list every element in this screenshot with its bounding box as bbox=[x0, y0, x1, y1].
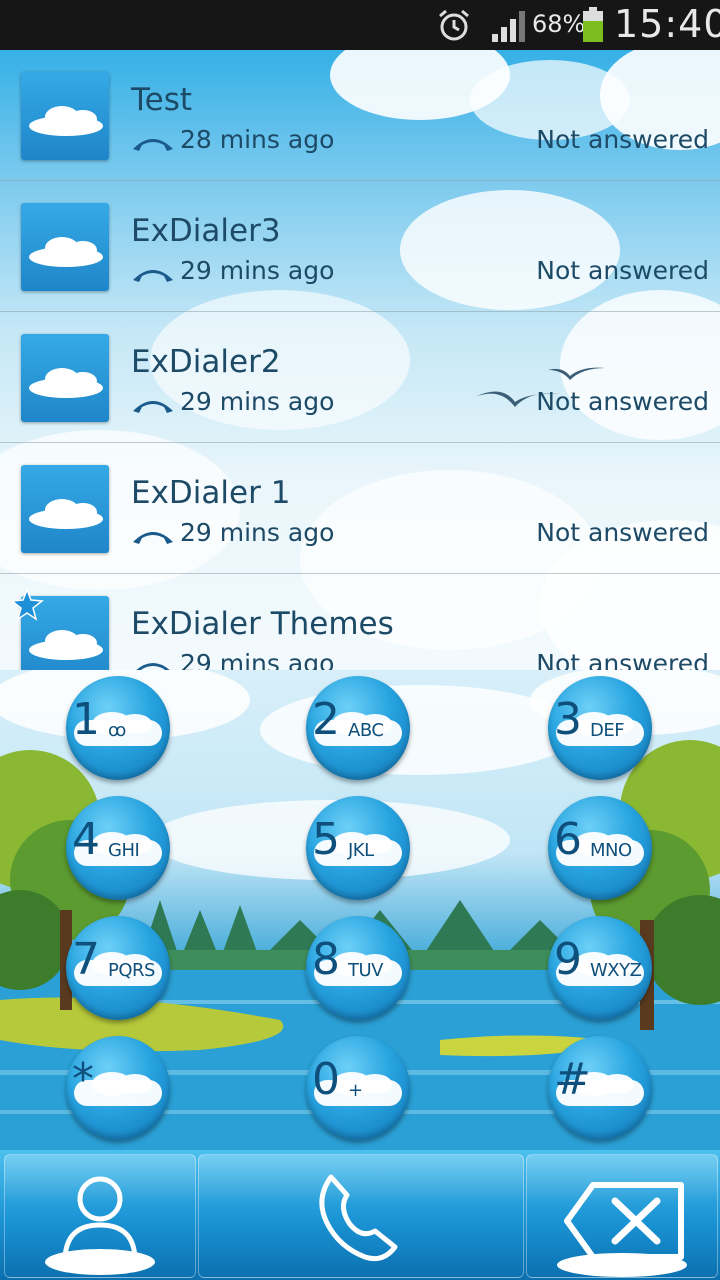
key-digit: 0 bbox=[312, 1054, 340, 1105]
call-log-item[interactable]: ExDialer2 29 mins ago Not answered bbox=[0, 312, 720, 443]
contact-photo[interactable] bbox=[21, 465, 109, 553]
key-letters: ABC bbox=[348, 720, 384, 741]
alarm-icon bbox=[439, 9, 469, 41]
backspace-icon bbox=[564, 1182, 684, 1260]
dialpad-key-4[interactable]: 4 GHI bbox=[66, 796, 170, 900]
dialpad-key-2[interactable]: 2 ABC bbox=[306, 676, 410, 780]
key-digit: 9 bbox=[554, 934, 582, 985]
missed-call-icon bbox=[133, 270, 173, 282]
backspace-button[interactable] bbox=[526, 1154, 718, 1278]
key-letters: WXYZ bbox=[590, 960, 642, 981]
key-digit: 6 bbox=[554, 814, 582, 865]
call-time: 28 mins ago bbox=[180, 125, 335, 154]
call-log-item[interactable]: Test 28 mins ago Not answered bbox=[0, 50, 720, 181]
key-letters: PQRS bbox=[108, 960, 155, 981]
call-time: 29 mins ago bbox=[180, 649, 335, 670]
call-log: Test 28 mins ago Not answered ExDialer3 29 m… bbox=[0, 50, 720, 670]
dialpad-key-1[interactable]: 1ꝏ bbox=[66, 676, 170, 780]
dialpad-key-7[interactable]: 7 PQRS bbox=[66, 916, 170, 1020]
call-log-item[interactable]: ExDialer 1 29 mins ago Not answered bbox=[0, 443, 720, 574]
missed-call-icon bbox=[133, 532, 173, 544]
call-button[interactable] bbox=[198, 1154, 524, 1278]
call-log-item[interactable]: ExDialer Themes 29 mins ago Not answered bbox=[0, 574, 720, 670]
dialpad-key-8[interactable]: 8 TUV bbox=[306, 916, 410, 1020]
clock: 15:40 bbox=[614, 2, 720, 46]
key-digit: 8 bbox=[312, 934, 340, 985]
dialpad-key-0[interactable]: 0 + bbox=[306, 1036, 410, 1140]
key-letters: TUV bbox=[348, 960, 383, 981]
dialpad-key-3[interactable]: 3 DEF bbox=[548, 676, 652, 780]
dialpad-key-6[interactable]: 6 MNO bbox=[548, 796, 652, 900]
contact-photo[interactable] bbox=[21, 203, 109, 291]
contact-name: Test bbox=[131, 82, 193, 118]
status-bar: 68% 15:40 bbox=[0, 0, 720, 50]
dialpad-area: 1 ꝏ 2 ABC 3 DEF 4 GHI 5 JKL 6 MNO 7 PQRS 8 TUV 9 WXYZ * 0 + # bbox=[0, 670, 720, 1150]
call-status: Not answered bbox=[536, 387, 709, 416]
phone-icon bbox=[319, 1174, 398, 1262]
missed-call-icon bbox=[133, 401, 173, 413]
key-letters: ꝏ bbox=[108, 720, 126, 741]
battery-percent: 68% bbox=[532, 10, 586, 38]
battery-icon bbox=[583, 7, 603, 42]
favorite-star-icon bbox=[10, 588, 44, 621]
key-digit: 2 bbox=[312, 694, 340, 745]
key-digit: # bbox=[554, 1054, 591, 1105]
call-status: Not answered bbox=[536, 256, 709, 285]
contact-photo[interactable] bbox=[21, 334, 109, 422]
key-letters: DEF bbox=[590, 720, 625, 741]
key-digit: 4 bbox=[72, 814, 100, 865]
call-time: 29 mins ago bbox=[180, 518, 335, 547]
bottom-action-bar bbox=[0, 1150, 720, 1280]
dialpad-key-star[interactable]: * bbox=[66, 1036, 170, 1140]
key-letters: + bbox=[348, 1080, 363, 1101]
contact-name: ExDialer Themes bbox=[131, 606, 394, 642]
key-digit: 3 bbox=[554, 694, 582, 745]
call-status: Not answered bbox=[536, 649, 709, 670]
call-status: Not answered bbox=[536, 518, 709, 547]
key-digit: 5 bbox=[312, 814, 340, 865]
call-log-item[interactable]: ExDialer3 29 mins ago Not answered bbox=[0, 181, 720, 312]
key-letters: JKL bbox=[348, 840, 374, 861]
key-digit: * bbox=[72, 1054, 94, 1105]
key-letters: GHI bbox=[108, 840, 140, 861]
key-digit: 1 bbox=[72, 694, 100, 745]
call-status: Not answered bbox=[536, 125, 709, 154]
contact-name: ExDialer 1 bbox=[131, 475, 291, 511]
signal-icon bbox=[492, 11, 525, 42]
call-time: 29 mins ago bbox=[180, 256, 335, 285]
dialpad-key-9[interactable]: 9 WXYZ bbox=[548, 916, 652, 1020]
contacts-button[interactable] bbox=[4, 1154, 196, 1278]
contact-name: ExDialer3 bbox=[131, 213, 281, 249]
call-time: 29 mins ago bbox=[180, 387, 335, 416]
contact-photo[interactable] bbox=[21, 72, 109, 160]
dialpad-key-5[interactable]: 5 JKL bbox=[306, 796, 410, 900]
missed-call-icon bbox=[136, 663, 170, 670]
missed-call-icon bbox=[133, 139, 173, 151]
key-digit: 7 bbox=[72, 934, 100, 985]
dialpad-key-hash[interactable]: # bbox=[548, 1036, 652, 1140]
contact-name: ExDialer2 bbox=[131, 344, 281, 380]
key-letters: MNO bbox=[590, 840, 632, 861]
